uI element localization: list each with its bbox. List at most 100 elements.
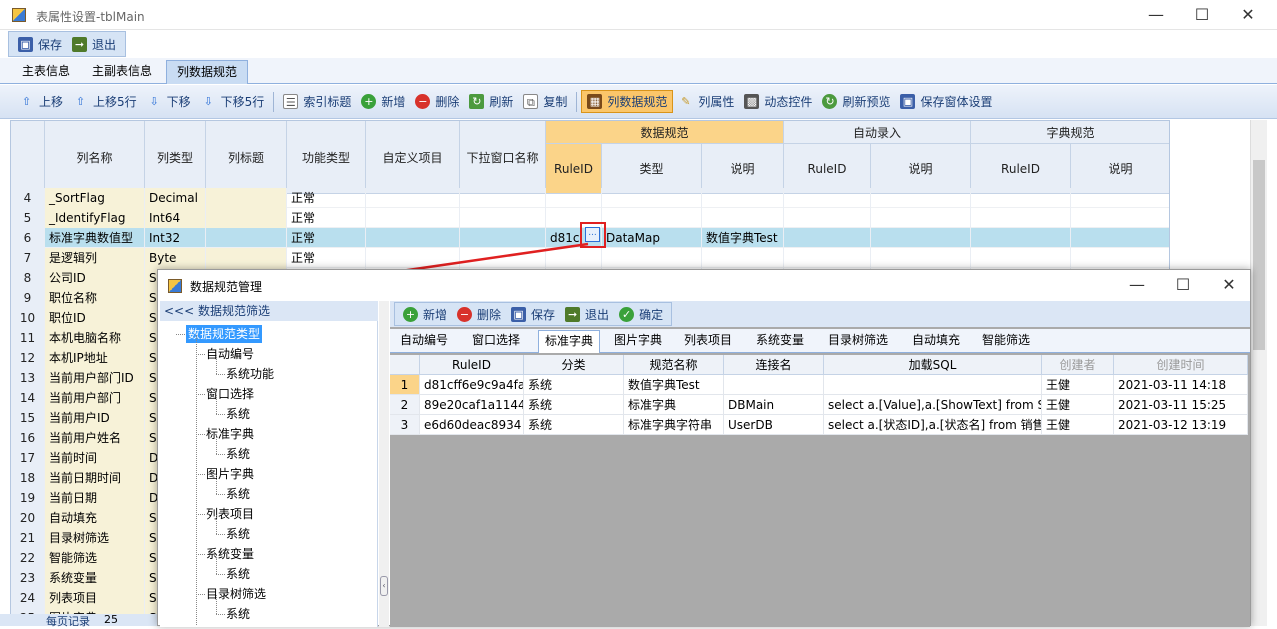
cell-col-name[interactable]: _SortFlag	[45, 188, 145, 208]
cell-auto-rule-id[interactable]	[784, 208, 871, 228]
cell-dropdown[interactable]	[460, 208, 546, 228]
cell-creator[interactable]: 王健	[1042, 395, 1114, 415]
list-header-spec-name[interactable]: 规范名称	[624, 355, 724, 375]
tree-node-leaf[interactable]: 系统	[226, 485, 250, 503]
cell-rule-type[interactable]	[602, 208, 702, 228]
tree-node-category[interactable]: 列表项目	[206, 505, 254, 523]
grid-vertical-scrollbar[interactable]	[1250, 120, 1267, 626]
cell-connection[interactable]: DBMain	[724, 395, 824, 415]
close-button[interactable]: ✕	[1225, 0, 1271, 30]
refresh-button[interactable]: ↻ 刷新	[464, 91, 518, 112]
header-func-type[interactable]: 功能类型	[287, 121, 366, 194]
cell-rule-desc[interactable]	[702, 208, 784, 228]
header-col-type[interactable]: 列类型	[145, 121, 206, 194]
tab-spec-type[interactable]: 智能筛选	[976, 330, 1036, 353]
cell-auto-rule-id[interactable]	[784, 228, 871, 248]
dialog-maximize-button[interactable]: ☐	[1160, 270, 1206, 300]
save-button[interactable]: ▣ 保存	[13, 34, 67, 55]
cell-dict-rule-id[interactable]	[971, 208, 1071, 228]
cell-func-type[interactable]: 正常	[287, 188, 366, 208]
header-col-title[interactable]: 列标题	[206, 121, 287, 194]
cell-col-title[interactable]	[206, 208, 287, 228]
cell-col-title[interactable]	[206, 228, 287, 248]
cell-col-name[interactable]: 本机IP地址	[45, 348, 145, 368]
cell-func-type[interactable]: 正常	[287, 228, 366, 248]
list-header-connection[interactable]: 连接名	[724, 355, 824, 375]
dialog-close-button[interactable]: ✕	[1206, 270, 1252, 300]
cell-col-name[interactable]: 当前日期时间	[45, 468, 145, 488]
header-dict-rule-id[interactable]: RuleID	[971, 144, 1071, 194]
cell-dict-rule-id[interactable]	[971, 248, 1071, 268]
tree-node-category[interactable]: 窗口选择	[206, 385, 254, 403]
tab-spec-type[interactable]: 标准字典	[538, 330, 601, 353]
table-row[interactable]: 4 _SortFlag Decimal 正常	[11, 188, 1169, 208]
collapse-icon[interactable]: ‹	[380, 576, 388, 596]
add-button[interactable]: + 新增	[356, 91, 410, 112]
cell-col-name[interactable]: 当前用户姓名	[45, 428, 145, 448]
cell-rule-type[interactable]	[602, 188, 702, 208]
cell-col-name[interactable]: 标准字典数值型	[45, 228, 145, 248]
dialog-add-button[interactable]: + 新增	[398, 304, 452, 325]
cell-col-type[interactable]: Decimal	[145, 188, 206, 208]
cell-custom-item[interactable]	[366, 248, 460, 268]
cell-created-time[interactable]: 2021-03-11 15:25	[1114, 395, 1248, 415]
cell-dropdown[interactable]	[460, 248, 546, 268]
cell-dict-desc[interactable]	[1071, 208, 1169, 228]
list-header-creator[interactable]: 创建者	[1042, 355, 1114, 375]
tab-spec-type[interactable]: 系统变量	[750, 330, 810, 353]
maximize-button[interactable]: ☐	[1179, 0, 1225, 30]
filter-pane-toggle[interactable]: <<< 数据规范筛选	[160, 301, 378, 321]
cell-col-name[interactable]: 当前时间	[45, 448, 145, 468]
tree-node-leaf[interactable]: 系统功能	[226, 365, 274, 383]
cell-auto-desc[interactable]	[871, 188, 971, 208]
cell-auto-desc[interactable]	[871, 208, 971, 228]
header-rule-id[interactable]: RuleID	[546, 144, 602, 194]
tab-main-table[interactable]: 主表信息	[12, 60, 80, 84]
cell-connection[interactable]: UserDB	[724, 415, 824, 435]
cell-load-sql[interactable]: select a.[Value],a.[ShowText] from Sy	[824, 395, 1042, 415]
cell-dict-desc[interactable]	[1071, 248, 1169, 268]
cell-created-time[interactable]: 2021-03-12 13:19	[1114, 415, 1248, 435]
cell-col-name[interactable]: 当前日期	[45, 488, 145, 508]
cell-col-name[interactable]: 当前用户ID	[45, 408, 145, 428]
cell-custom-item[interactable]	[366, 208, 460, 228]
header-auto-rule-id[interactable]: RuleID	[784, 144, 871, 194]
tab-spec-type[interactable]: 列表项目	[678, 330, 738, 353]
cell-rule-id[interactable]: d81cff6e9c9a4fa	[420, 375, 524, 395]
cell-dict-rule-id[interactable]	[971, 228, 1071, 248]
list-row[interactable]: 2 89e20caf1a1144 系统 标准字典 DBMain select a.[Val…	[390, 395, 1248, 415]
cell-dict-desc[interactable]	[1071, 188, 1169, 208]
cell-col-name[interactable]: 智能筛选	[45, 548, 145, 568]
cell-col-name[interactable]: 当前用户部门ID	[45, 368, 145, 388]
cell-col-name[interactable]: 列表项目	[45, 588, 145, 608]
cell-rule-id[interactable]	[546, 188, 602, 208]
refresh-preview-button[interactable]: ↻ 刷新预览	[817, 91, 895, 112]
table-row[interactable]: 7 是逻辑列 Byte 正常	[11, 248, 1169, 268]
cell-spec-name[interactable]: 标准字典	[624, 395, 724, 415]
cell-created-time[interactable]: 2021-03-11 14:18	[1114, 375, 1248, 395]
header-col-name[interactable]: 列名称	[45, 121, 145, 194]
cell-dict-rule-id[interactable]	[971, 188, 1071, 208]
dialog-save-button[interactable]: ▣ 保存	[506, 304, 560, 325]
list-header-load-sql[interactable]: 加载SQL	[824, 355, 1042, 375]
tab-column-spec[interactable]: 列数据规范	[166, 60, 249, 84]
cell-col-name[interactable]: 目录树筛选	[45, 528, 145, 548]
cell-col-name[interactable]: 公司ID	[45, 268, 145, 288]
move-up-button[interactable]: ⇧ 上移	[14, 91, 68, 112]
cell-col-title[interactable]	[206, 188, 287, 208]
tab-spec-type[interactable]: 自动编号	[394, 330, 454, 353]
tab-spec-type[interactable]: 窗口选择	[466, 330, 526, 353]
list-header-created-time[interactable]: 创建时间	[1114, 355, 1248, 375]
cell-rule-id[interactable]: e6d60deac8934	[420, 415, 524, 435]
list-row[interactable]: 1 d81cff6e9c9a4fa 系统 数值字典Test 王健 2021-03-11 1…	[390, 375, 1248, 395]
dialog-exit-button[interactable]: ➞ 退出	[560, 304, 614, 325]
dialog-delete-button[interactable]: − 删除	[452, 304, 506, 325]
tree-node-category[interactable]: 图片字典	[206, 465, 254, 483]
tab-spec-type[interactable]: 图片字典	[608, 330, 668, 353]
move-down-5-button[interactable]: ⇩ 下移5行	[196, 91, 270, 112]
dialog-ok-button[interactable]: ✓ 确定	[614, 304, 668, 325]
cell-rule-type[interactable]	[602, 248, 702, 268]
cell-col-type[interactable]: Int32	[145, 228, 206, 248]
cell-col-title[interactable]	[206, 248, 287, 268]
cell-col-name[interactable]: 职位名称	[45, 288, 145, 308]
